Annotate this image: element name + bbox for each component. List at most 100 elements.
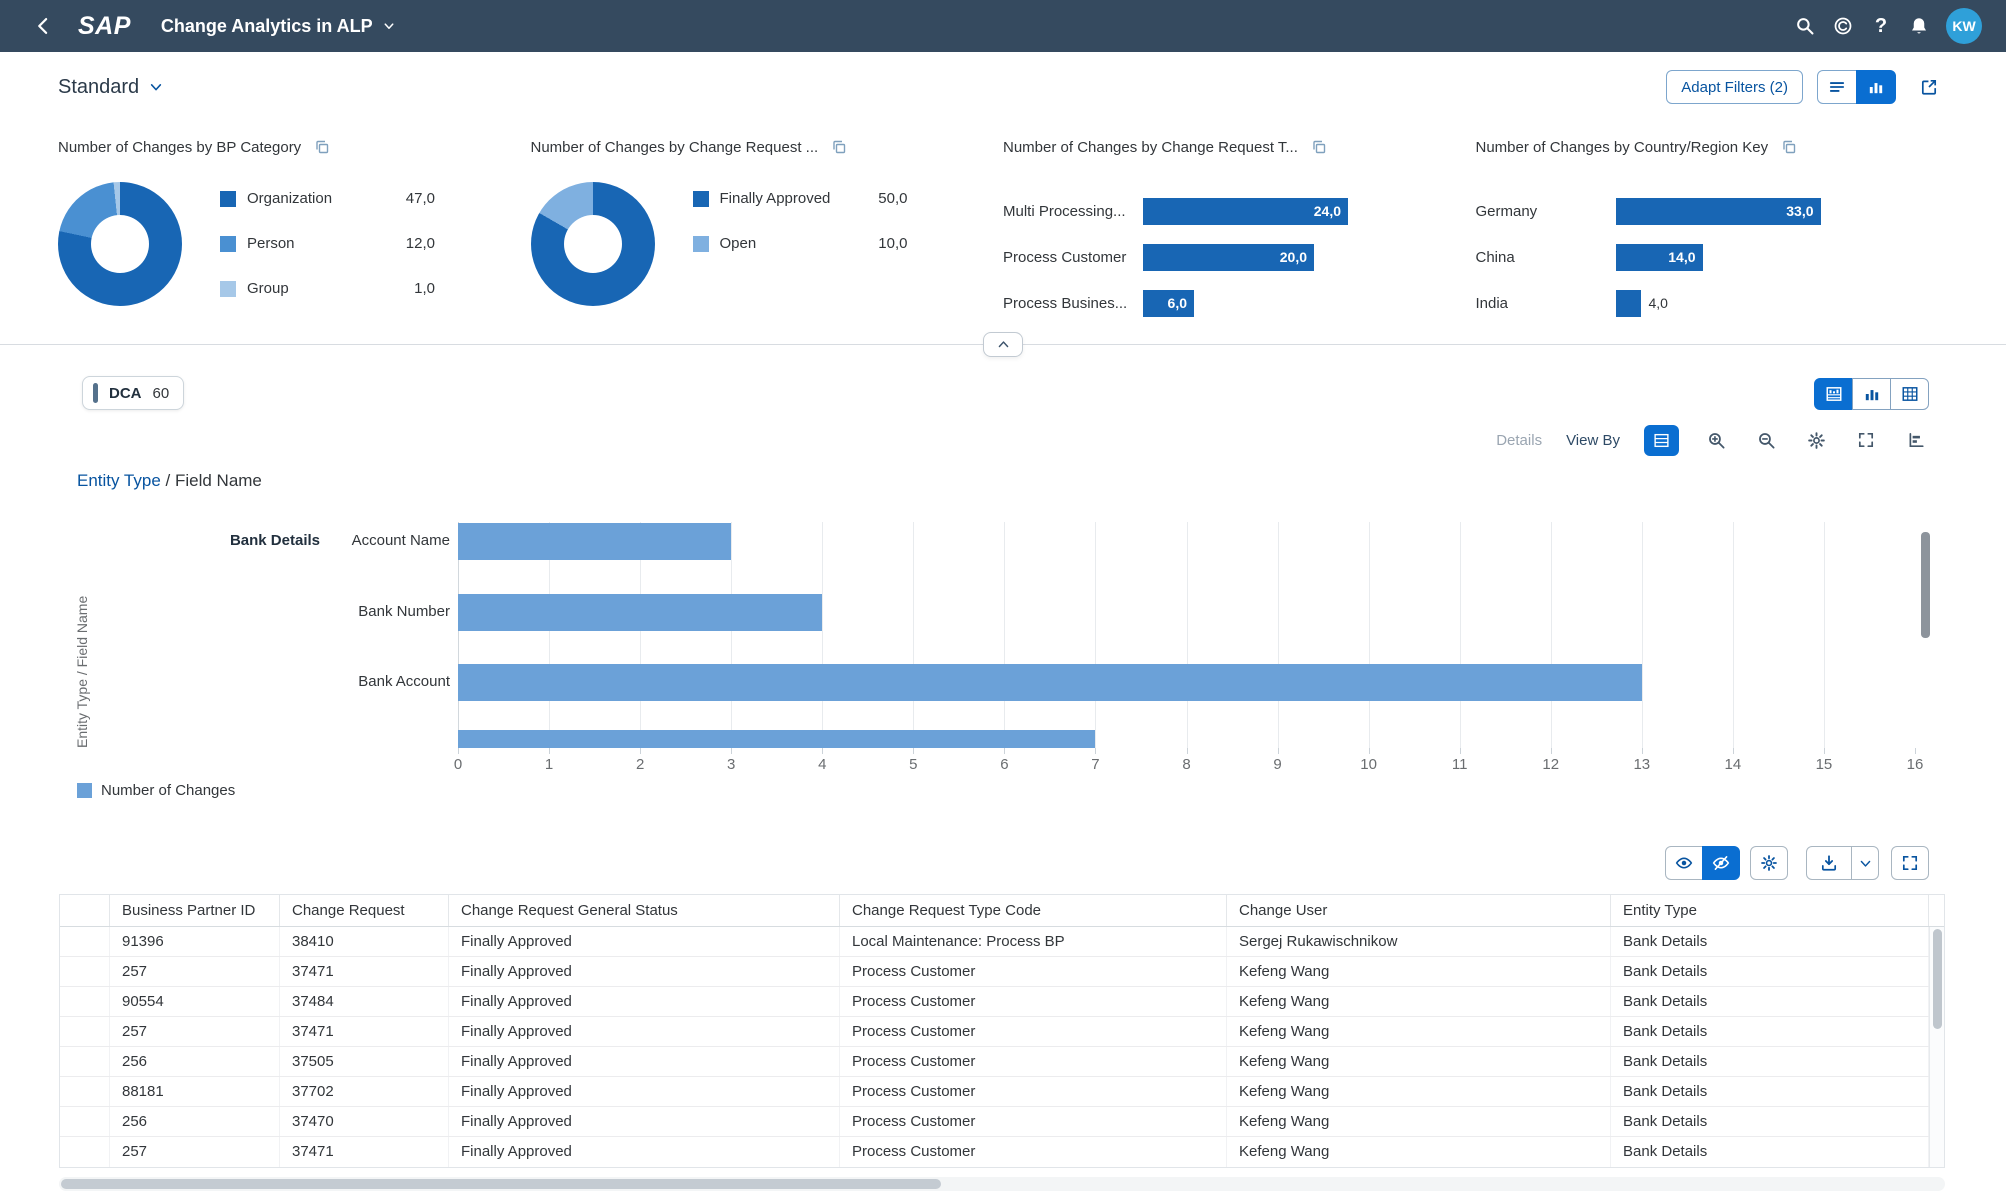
show-details-button[interactable] (1665, 846, 1703, 880)
column-header[interactable]: Change Request (280, 895, 449, 926)
chart-bar[interactable] (458, 594, 823, 631)
variant-selector[interactable]: Standard (58, 76, 163, 99)
chart-bar[interactable] (458, 523, 732, 560)
row-select-cell[interactable] (60, 1107, 110, 1136)
micro-bar[interactable]: 33,0 (1615, 197, 1821, 225)
select-all-header-cell[interactable] (60, 895, 110, 926)
breadcrumb-entity-type-link[interactable]: Entity Type (77, 471, 161, 490)
table-settings-button[interactable] (1750, 846, 1788, 880)
help-button[interactable]: ? (1862, 7, 1900, 45)
column-header[interactable]: Change Request General Status (449, 895, 840, 926)
chart-table-view-button[interactable] (1814, 378, 1853, 410)
table-scrollbar-thumb[interactable] (1933, 929, 1942, 1029)
table-row[interactable]: 88181 37702 Finally Approved Process Custom… (60, 1077, 1944, 1107)
table-row[interactable]: 257 37471 Finally Approved Process Customer… (60, 957, 1944, 987)
view-by-button[interactable]: View By (1566, 432, 1620, 449)
row-select-cell[interactable] (60, 1047, 110, 1076)
row-select-cell[interactable] (60, 927, 110, 956)
gear-icon (1807, 431, 1825, 449)
adapt-filters-button[interactable]: Adapt Filters (2) (1666, 70, 1803, 104)
kpi-card-bp-category[interactable]: Number of Changes by BP Category Organiz… (58, 122, 531, 326)
micro-bar[interactable]: 14,0 (1615, 243, 1703, 271)
donut-chart[interactable] (530, 182, 655, 306)
column-header[interactable]: Change Request Type Code (840, 895, 1227, 926)
chart-bar[interactable] (458, 730, 1096, 748)
chart-fullscreen-button[interactable] (1853, 425, 1879, 455)
micro-bar-row: India 4,0 (1476, 280, 1923, 326)
export-menu-button[interactable] (1851, 846, 1879, 880)
micro-bar[interactable]: 24,0 (1143, 197, 1348, 225)
x-axis-tick-label: 10 (1360, 756, 1377, 773)
table-row[interactable]: 256 37505 Finally Approved Process Customer… (60, 1047, 1944, 1077)
micro-bar[interactable]: 6,0 (1143, 289, 1194, 317)
zoom-out-button[interactable] (1753, 425, 1779, 455)
table-cell: Finally Approved (449, 1107, 840, 1136)
assistant-button[interactable] (1824, 7, 1862, 45)
toggle-legend-button[interactable] (1903, 425, 1929, 455)
table-cell: Process Customer (840, 1017, 1227, 1046)
row-select-cell[interactable] (60, 957, 110, 986)
x-axis-tick-label: 13 (1633, 756, 1651, 773)
table-scrollbar[interactable] (1929, 927, 1944, 1167)
x-axis-tick-label: 7 (1091, 756, 1100, 773)
app-title-menu[interactable]: Change Analytics in ALP (161, 16, 395, 37)
back-button[interactable] (24, 7, 62, 45)
table-cell: 37484 (280, 987, 449, 1016)
notifications-button[interactable] (1900, 7, 1938, 45)
table-only-view-button[interactable] (1890, 378, 1929, 410)
kpi-card-change-request-type[interactable]: Number of Changes by Change Request T...… (1003, 122, 1476, 326)
table-fullscreen-button[interactable] (1891, 846, 1929, 880)
dca-filter-chip[interactable]: DCA 60 (82, 376, 185, 410)
horizontal-scrollbar-thumb[interactable] (61, 1179, 941, 1189)
row-select-cell[interactable] (60, 1077, 110, 1106)
export-button[interactable] (1806, 846, 1852, 880)
column-header[interactable]: Change User (1227, 895, 1611, 926)
kpi-card-change-request-status[interactable]: Number of Changes by Change Request ... … (530, 122, 1004, 326)
legend-label: Person (247, 235, 295, 252)
row-select-cell[interactable] (60, 1137, 110, 1167)
chart-scrollbar[interactable] (1921, 524, 1930, 746)
chart-view-button[interactable] (1856, 70, 1896, 104)
donut-chart[interactable] (58, 182, 182, 306)
column-header[interactable]: Business Partner ID (110, 895, 280, 926)
copy-icon[interactable] (1778, 136, 1800, 158)
sap-logo[interactable]: SAP (78, 12, 131, 41)
kpi-card-country-region[interactable]: Number of Changes by Country/Region Key … (1476, 122, 1949, 326)
share-button[interactable] (1910, 70, 1948, 104)
micro-bar[interactable] (1615, 289, 1641, 317)
hide-details-button[interactable] (1702, 846, 1740, 880)
chart-settings-button[interactable] (1803, 425, 1829, 455)
chart-scrollbar-thumb[interactable] (1921, 532, 1930, 638)
row-select-cell[interactable] (60, 1017, 110, 1046)
search-icon (1797, 18, 1814, 35)
table-cell: Finally Approved (449, 927, 840, 956)
search-button[interactable] (1786, 7, 1824, 45)
legend-label: Open (719, 235, 757, 252)
chart-only-view-button[interactable] (1852, 378, 1891, 410)
filter-view-button[interactable] (1817, 70, 1857, 104)
table-row[interactable]: 257 37471 Finally Approved Process Customer… (60, 1137, 1944, 1167)
copy-icon[interactable] (828, 136, 850, 158)
micro-bar-track: 20,0 (1143, 243, 1348, 271)
table-row[interactable]: 90554 37484 Finally Approved Process Custom… (60, 987, 1944, 1017)
column-header[interactable]: Entity Type (1611, 895, 1929, 926)
zoom-in-button[interactable] (1703, 425, 1729, 455)
micro-bar-row: China 14,0 (1476, 234, 1923, 280)
copy-icon[interactable] (311, 136, 333, 158)
horizontal-scrollbar[interactable] (59, 1177, 1945, 1191)
details-button[interactable]: Details (1496, 432, 1542, 449)
drilldown-button[interactable] (1644, 424, 1679, 456)
table-cell: Kefeng Wang (1227, 1047, 1611, 1076)
table-row[interactable]: 257 37471 Finally Approved Process Customer… (60, 1017, 1944, 1047)
collapse-header-button[interactable] (983, 332, 1023, 357)
table-row[interactable]: 91396 38410 Finally Approved Local Maintena… (60, 927, 1944, 957)
variant-title: Standard (58, 75, 140, 98)
avatar[interactable]: KW (1946, 8, 1982, 44)
chart-bar[interactable] (458, 664, 1642, 701)
micro-bar[interactable]: 20,0 (1143, 243, 1314, 271)
copy-icon[interactable] (1308, 136, 1330, 158)
chip-accent-bar (93, 383, 98, 403)
table-row[interactable]: 256 37470 Finally Approved Process Customer… (60, 1107, 1944, 1137)
row-select-cell[interactable] (60, 987, 110, 1016)
x-axis-tick-mark (549, 748, 551, 754)
